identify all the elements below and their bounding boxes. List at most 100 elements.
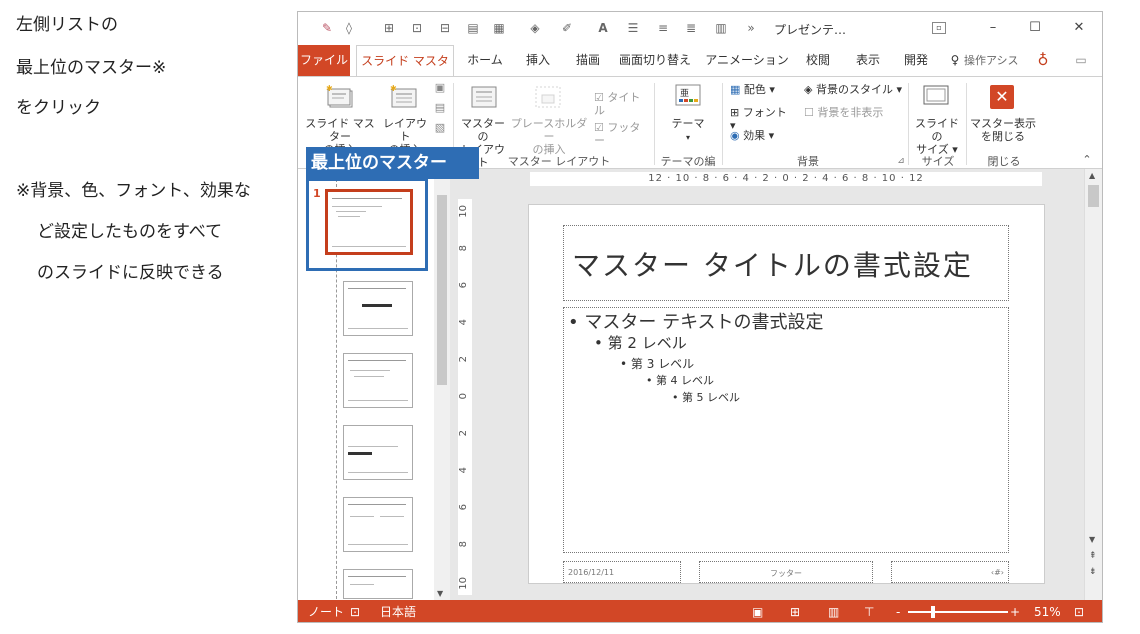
- window-title: プレゼンテ…: [774, 23, 847, 37]
- rename-icon[interactable]: ▤: [433, 101, 447, 114]
- eraser-icon[interactable]: ◊: [342, 21, 356, 35]
- insert-layout-label-1: レイアウト: [383, 117, 427, 143]
- footer-placeholder[interactable]: フッター: [699, 561, 873, 583]
- group-icon[interactable]: ⊟: [438, 21, 452, 35]
- layout-thumbnail[interactable]: [343, 281, 413, 336]
- dialog-launcher-icon[interactable]: ⊿: [896, 155, 906, 168]
- scroll-up-icon[interactable]: ▲: [1089, 171, 1095, 180]
- top-master-callout: 最上位のマスター: [306, 147, 479, 179]
- thumbnail-scrollbar[interactable]: ▼: [434, 169, 450, 600]
- comments-icon[interactable]: ▭: [1072, 45, 1090, 76]
- ribbon-display-icon[interactable]: ▫: [932, 22, 946, 34]
- tab-slide-master[interactable]: スライド マスター: [356, 45, 454, 99]
- ungroup-icon[interactable]: ▦: [492, 21, 506, 35]
- tab-home[interactable]: ホーム: [460, 45, 510, 76]
- effects-label: 効果: [743, 129, 766, 142]
- master-slide[interactable]: マスター タイトルの書式設定 • マスター テキストの書式設定 • 第 2 レベ…: [528, 204, 1045, 584]
- tab-animations[interactable]: アニメーション: [700, 45, 794, 76]
- scroll-down-icon[interactable]: ▼: [437, 589, 443, 598]
- slideshow-icon[interactable]: ⊤: [864, 600, 874, 622]
- vertical-tick-8b: 8: [458, 541, 469, 548]
- outline-icon[interactable]: ✐: [560, 21, 574, 35]
- insert-placeholder-button[interactable]: プレースホルダー の挿入: [508, 117, 590, 156]
- zoom-slider[interactable]: [908, 606, 1008, 618]
- editor-scroll-thumb[interactable]: [1088, 185, 1099, 207]
- background-styles-icon: ◈: [804, 83, 813, 96]
- colors-button[interactable]: ▦ 配色 ▾: [730, 83, 790, 96]
- tab-transitions[interactable]: 画面切り替え: [618, 45, 692, 76]
- vertical-tick-4b: 4: [458, 467, 469, 474]
- reading-view-icon[interactable]: ▥: [828, 600, 839, 622]
- slide-size-button[interactable]: スライドの サイズ ▾: [910, 117, 964, 156]
- tab-review[interactable]: 校閲: [796, 45, 840, 76]
- fill-icon[interactable]: ◈: [528, 21, 542, 35]
- align-icon[interactable]: ⊞: [382, 21, 396, 35]
- footer-checkbox[interactable]: ☑ フッター: [594, 121, 650, 147]
- close-master-view-button[interactable]: マスター表示 を閉じる: [968, 117, 1038, 143]
- next-slide-icon[interactable]: ⇟: [1089, 567, 1097, 577]
- zoom-slider-handle[interactable]: [931, 606, 935, 618]
- page-number-placeholder[interactable]: ‹#›: [891, 561, 1009, 583]
- zoom-out-button[interactable]: -: [896, 600, 900, 622]
- vertical-tick-6b: 6: [458, 504, 469, 511]
- tell-me-box[interactable]: 操作アシス: [964, 45, 1024, 76]
- close-icon[interactable]: ✕: [1069, 18, 1089, 38]
- delete-slide-icon[interactable]: ▣: [433, 81, 447, 94]
- svg-text:✱: ✱: [326, 85, 333, 93]
- layout-thumbnail[interactable]: [343, 497, 413, 552]
- align-left-icon[interactable]: ☰: [626, 21, 640, 35]
- scroll-down-icon[interactable]: ▼: [1089, 535, 1095, 544]
- distribute-icon[interactable]: ⊡: [410, 21, 424, 35]
- zoom-level[interactable]: 51%: [1034, 600, 1061, 622]
- background-styles-button[interactable]: ◈ 背景のスタイル ▾: [804, 83, 904, 96]
- thumbnail-scroll-thumb[interactable]: [437, 195, 447, 385]
- collapse-ribbon-icon[interactable]: ⌃: [1080, 153, 1094, 166]
- font-color-icon[interactable]: A: [596, 21, 610, 35]
- footer-checkbox-label: フッター: [594, 121, 641, 147]
- tab-developer[interactable]: 開発: [894, 45, 938, 76]
- normal-view-icon[interactable]: ▣: [752, 600, 763, 622]
- body-level-3-text: 第 3 レベル: [630, 357, 695, 371]
- master-title: マスター タイトルの書式設定: [572, 249, 973, 282]
- slide-sorter-icon[interactable]: ⊞: [790, 600, 800, 622]
- fit-to-window-icon[interactable]: ⊡: [1074, 600, 1084, 622]
- vertical-tick-10b: 10: [458, 577, 469, 590]
- align-center-icon[interactable]: ≡: [656, 21, 670, 35]
- notes-button[interactable]: ノート: [308, 600, 344, 622]
- share-icon[interactable]: ♁: [1034, 45, 1052, 76]
- hide-background-checkbox[interactable]: ☐ 背景を非表示: [804, 106, 904, 119]
- layout-thumbnail[interactable]: [343, 569, 413, 599]
- body-placeholder[interactable]: • マスター テキストの書式設定 • 第 2 レベル • 第 3 レベル • 第…: [563, 307, 1009, 553]
- spellcheck-icon[interactable]: ⊡: [350, 600, 360, 622]
- pen-icon[interactable]: ✎: [320, 21, 334, 35]
- arrange-icon[interactable]: ▤: [466, 21, 480, 35]
- minimize-icon[interactable]: –: [983, 18, 1003, 38]
- more-commands-icon[interactable]: »: [744, 21, 758, 35]
- title-checkbox[interactable]: ☑ タイトル: [594, 91, 650, 117]
- separator: [908, 83, 909, 165]
- theme-button[interactable]: テーマ ▾: [662, 117, 714, 144]
- layout-thumbnail[interactable]: [343, 353, 413, 408]
- zoom-in-button[interactable]: +: [1010, 600, 1020, 622]
- tab-draw[interactable]: 描画: [566, 45, 610, 76]
- body-level-5-text: 第 5 レベル: [682, 391, 740, 404]
- preserve-icon[interactable]: ▧: [433, 121, 447, 134]
- chart-icon[interactable]: ▥: [714, 21, 728, 35]
- align-right-icon[interactable]: ≣: [684, 21, 698, 35]
- date-placeholder[interactable]: 2016/12/11: [563, 561, 681, 583]
- tab-insert[interactable]: 挿入: [515, 45, 561, 76]
- svg-text:✱: ✱: [390, 85, 397, 93]
- hide-background-label: 背景を非表示: [817, 106, 884, 119]
- language-indicator[interactable]: 日本語: [380, 600, 416, 622]
- maximize-icon[interactable]: ☐: [1025, 18, 1045, 38]
- layout-thumbnail[interactable]: [343, 425, 413, 480]
- lightbulb-icon[interactable]: ♀: [948, 45, 962, 76]
- tab-file[interactable]: ファイル: [298, 45, 350, 76]
- tab-view[interactable]: 表示: [846, 45, 890, 76]
- close-master-label-2: を閉じる: [981, 130, 1025, 143]
- title-placeholder[interactable]: マスター タイトルの書式設定: [563, 225, 1009, 301]
- editor-scrollbar[interactable]: ▲ ▼ ⇞ ⇟: [1084, 169, 1102, 600]
- previous-slide-icon[interactable]: ⇞: [1089, 551, 1097, 561]
- effects-button[interactable]: ◉ 効果 ▾: [730, 129, 790, 142]
- vertical-tick-2b: 2: [458, 430, 469, 437]
